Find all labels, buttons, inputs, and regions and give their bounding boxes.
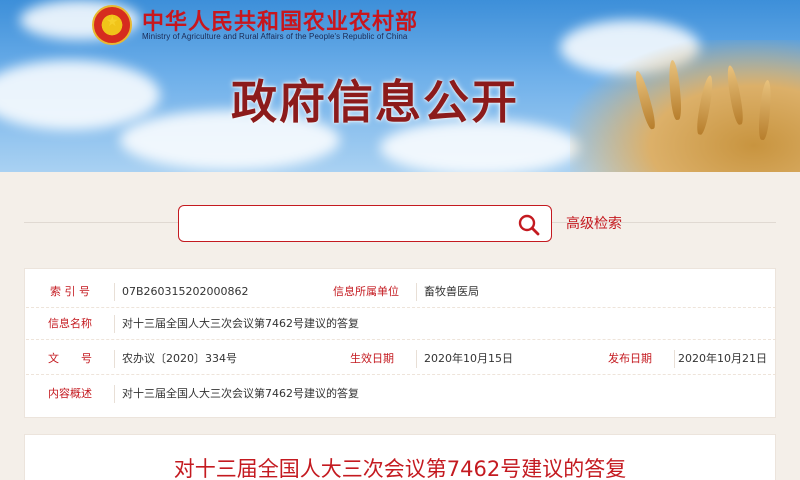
info-table: 索 引 号 07B260315202000862 信息所属单位 畜牧兽医局 信息… (24, 268, 776, 418)
name-label: 信息名称 (48, 317, 92, 330)
index-label: 索 引 号 (50, 285, 90, 298)
wheat-decoration (570, 40, 800, 172)
index-value: 07B260315202000862 (122, 285, 249, 298)
table-row: 文 号 农办议〔2020〕334号 生效日期 2020年10月15日 发布日期 … (26, 344, 776, 375)
doc-number-value: 农办议〔2020〕334号 (122, 352, 237, 365)
summary-value: 对十三届全国人大三次会议第7462号建议的答复 (122, 387, 359, 400)
publish-date-value: 2020年10月21日 (678, 352, 767, 365)
table-row: 索 引 号 07B260315202000862 信息所属单位 畜牧兽医局 (26, 277, 776, 308)
page-title: 政府信息公开 (231, 75, 519, 129)
unit-label: 信息所属单位 (333, 285, 399, 298)
effective-date-label: 生效日期 (350, 352, 394, 365)
effective-date-value: 2020年10月15日 (424, 352, 513, 365)
document-title: 对十三届全国人大三次会议第7462号建议的答复 (173, 457, 627, 480)
publish-date-label: 发布日期 (608, 352, 652, 365)
national-emblem-icon[interactable]: ★ (92, 5, 132, 45)
search-input[interactable] (187, 212, 507, 236)
table-row: 信息名称 对十三届全国人大三次会议第7462号建议的答复 (26, 309, 776, 340)
search-icon[interactable] (517, 213, 541, 237)
unit-value: 畜牧兽医局 (424, 285, 479, 298)
table-row: 内容概述 对十三届全国人大三次会议第7462号建议的答复 (26, 379, 776, 410)
ministry-name-en: Ministry of Agriculture and Rural Affair… (142, 32, 408, 41)
header-banner: ★ 中华人民共和国农业农村部 Ministry of Agriculture a… (0, 0, 800, 172)
doc-number-label: 文 号 (48, 352, 92, 365)
name-value: 对十三届全国人大三次会议第7462号建议的答复 (122, 317, 359, 330)
search-box (178, 205, 552, 242)
summary-label: 内容概述 (48, 387, 92, 400)
cloud-decoration (0, 60, 160, 130)
advanced-search-link[interactable]: 高级检索 (566, 213, 622, 233)
document-card: 对十三届全国人大三次会议第7462号建议的答复 (24, 434, 776, 480)
